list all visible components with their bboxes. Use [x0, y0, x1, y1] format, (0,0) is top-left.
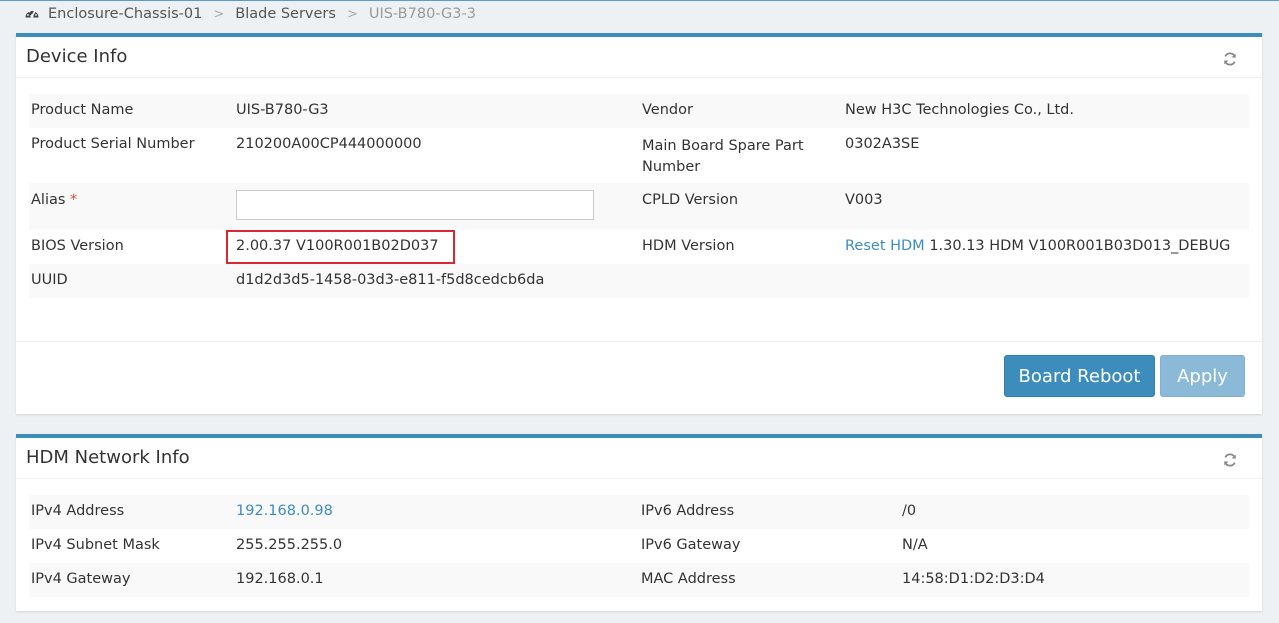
- hdm-version-cell: Reset HDM 1.30.13 HDM V100R001B03D013_DE…: [843, 230, 1249, 264]
- required-mark: *: [70, 192, 78, 208]
- ipv4-gateway-label: IPv4 Gateway: [29, 563, 234, 597]
- alias-input[interactable]: [236, 190, 594, 220]
- ipv4-address-link[interactable]: 192.168.0.98: [236, 503, 333, 519]
- table-row: UUID d1d2d3d5-1458-03d3-e811-f5d8cedcb6d…: [29, 264, 1249, 298]
- breadcrumb-separator: >: [213, 6, 225, 22]
- spare-part-label: Main Board Spare Part Number: [642, 138, 804, 175]
- spare-part-value: 0302A3SE: [845, 136, 920, 152]
- top-accent-line: [0, 0, 1279, 1]
- device-info-table: Product Name UIS-B780-G3 Vendor New H3C …: [29, 94, 1249, 298]
- mac-address-value: 14:58:D1:D2:D3:D4: [900, 563, 1249, 597]
- empty-value: [843, 264, 1249, 298]
- alias-label: Alias: [31, 192, 66, 208]
- cpld-version-value: V003: [843, 183, 1249, 230]
- product-name-value: UIS-B780-G3: [234, 94, 640, 128]
- ipv4-gateway-value: 192.168.0.1: [234, 563, 639, 597]
- table-row: BIOS Version 2.00.37 V100R001B02D037 HDM…: [29, 230, 1249, 264]
- table-row: Alias * CPLD Version V003: [29, 183, 1249, 230]
- breadcrumb-separator: >: [346, 6, 358, 22]
- device-info-title: Device Info: [26, 46, 128, 67]
- breadcrumb-item-blade-servers[interactable]: Blade Servers: [235, 6, 336, 22]
- hdm-version-label: HDM Version: [642, 238, 735, 254]
- network-info-table: IPv4 Address 192.168.0.98 IPv6 Address /…: [29, 495, 1249, 597]
- table-row: IPv4 Address 192.168.0.98 IPv6 Address /…: [29, 495, 1249, 529]
- cpld-version-label: CPLD Version: [640, 183, 843, 230]
- ipv6-gateway-label: IPv6 Gateway: [641, 537, 741, 553]
- bios-version-label: BIOS Version: [31, 238, 124, 254]
- ipv6-gateway-value: N/A: [902, 537, 928, 553]
- device-info-panel: Device Info Product Name UIS-B780-G3 Ven…: [16, 33, 1262, 414]
- serial-number-label: Product Serial Number: [31, 136, 195, 152]
- product-name-label: Product Name: [29, 94, 234, 128]
- table-row: IPv4 Gateway 192.168.0.1 MAC Address 14:…: [29, 563, 1249, 597]
- refresh-icon[interactable]: [1222, 452, 1238, 468]
- ipv4-address-label: IPv4 Address: [29, 495, 234, 529]
- mac-address-label: MAC Address: [639, 563, 900, 597]
- table-row: IPv4 Subnet Mask 255.255.255.0 IPv6 Gate…: [29, 529, 1249, 563]
- divider: [16, 341, 1262, 342]
- dashboard-icon: [24, 6, 40, 22]
- alias-label-cell: Alias *: [29, 183, 234, 230]
- uuid-label: UUID: [29, 264, 234, 298]
- table-row: Product Name UIS-B780-G3 Vendor New H3C …: [29, 94, 1249, 128]
- ipv4-subnet-mask-label: IPv4 Subnet Mask: [31, 537, 160, 553]
- vendor-label: Vendor: [640, 94, 843, 128]
- board-reboot-button[interactable]: Board Reboot: [1004, 355, 1155, 397]
- vendor-value: New H3C Technologies Co., Ltd.: [843, 94, 1249, 128]
- serial-number-value: 210200A00CP444000000: [236, 136, 422, 152]
- network-info-title: HDM Network Info: [26, 447, 190, 468]
- uuid-value: d1d2d3d5-1458-03d3-e811-f5d8cedcb6da: [234, 264, 640, 298]
- breadcrumb-item-chassis[interactable]: Enclosure-Chassis-01: [48, 6, 202, 22]
- ipv6-address-value: /0: [900, 495, 1249, 529]
- highlight-box: [226, 230, 455, 264]
- breadcrumb: Enclosure-Chassis-01 > Blade Servers > U…: [24, 4, 476, 24]
- device-info-header: Device Info: [16, 37, 1262, 78]
- ipv4-subnet-mask-value: 255.255.255.0: [236, 537, 343, 553]
- breadcrumb-item-current: UIS-B780-G3-3: [368, 6, 476, 22]
- table-row: Product Serial Number 210200A00CP4440000…: [29, 128, 1249, 183]
- reset-hdm-link[interactable]: Reset HDM: [845, 238, 925, 254]
- network-info-header: HDM Network Info: [16, 438, 1262, 479]
- alias-input-cell: [234, 183, 640, 230]
- apply-button[interactable]: Apply: [1160, 355, 1245, 397]
- ipv6-address-label: IPv6 Address: [639, 495, 900, 529]
- network-info-panel: HDM Network Info IPv4 Address 192.168.0.…: [16, 434, 1262, 611]
- empty-label: [640, 264, 843, 298]
- refresh-icon[interactable]: [1222, 51, 1238, 67]
- ipv4-address-cell: 192.168.0.98: [234, 495, 639, 529]
- hdm-version-value: 1.30.13 HDM V100R001B03D013_DEBUG: [929, 238, 1231, 254]
